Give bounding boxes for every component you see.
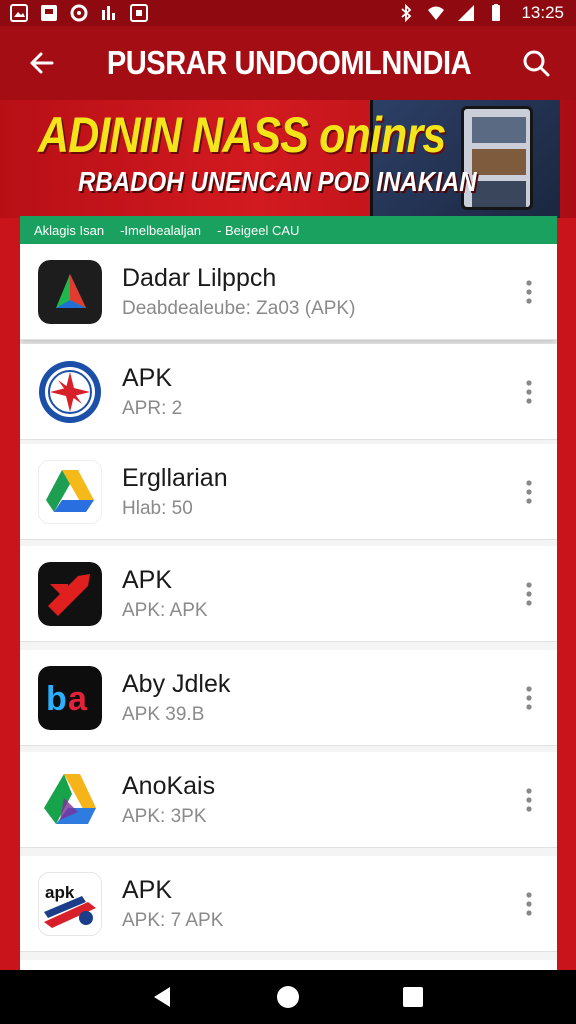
more-vert-icon	[526, 380, 532, 404]
list-item[interactable]: APK APR: 2	[20, 344, 557, 440]
app-name: APK	[122, 364, 173, 392]
svg-text:apk: apk	[45, 883, 75, 902]
svg-text:b: b	[46, 680, 67, 718]
recents-square-icon	[403, 987, 424, 1007]
chart-icon	[100, 4, 118, 22]
green-triangle-icon	[38, 768, 102, 832]
back-button[interactable]	[22, 43, 62, 83]
list-item[interactable]: apk APK APK: 7 APK	[20, 856, 557, 952]
app-meta: APK: APK	[122, 600, 208, 621]
page-title: PUSRAR UNDOOMLNNDIA	[106, 44, 472, 81]
nav-home-button[interactable]	[266, 975, 310, 1019]
category-tab[interactable]: Aklagis Isan	[34, 223, 104, 238]
app-meta: Deabdealeube: Za03 (APK)	[122, 298, 356, 319]
drive-triangle-icon	[38, 460, 102, 524]
list-item[interactable]: AnoKais APK: 3PK	[20, 752, 557, 848]
more-options-button[interactable]	[515, 274, 543, 310]
sync-icon	[70, 4, 88, 22]
message-icon	[40, 4, 58, 22]
more-options-button[interactable]	[515, 782, 543, 818]
bluetooth-icon	[397, 4, 415, 22]
category-tab[interactable]: - Beigeel CAU	[217, 223, 299, 238]
app-meta: APR: 2	[122, 398, 183, 419]
search-icon	[523, 50, 550, 77]
navigation-bar	[0, 970, 576, 1024]
more-options-button[interactable]	[515, 680, 543, 716]
status-bar-system: 13:25	[397, 3, 564, 23]
gallery-icon	[10, 4, 28, 22]
more-options-button[interactable]	[515, 474, 543, 510]
more-vert-icon	[526, 686, 532, 710]
app-name: APK	[122, 566, 173, 594]
status-bar: 13:25	[0, 0, 576, 26]
more-options-button[interactable]	[515, 576, 543, 612]
more-vert-icon	[526, 280, 532, 304]
nav-recents-button[interactable]	[391, 975, 435, 1019]
list-item[interactable]: Dadar Lilppch Deabdealeube: Za03 (APK)	[20, 244, 557, 340]
app-name: Ergllarian	[122, 464, 228, 492]
home-circle-icon	[276, 986, 299, 1008]
compass-star-icon	[38, 360, 102, 424]
battery-icon	[487, 4, 505, 22]
banner-headline: ADININ NASS oninrs	[38, 107, 446, 163]
category-strip: Aklagis Isan -Imelbealaljan - Beigeel CA…	[20, 216, 557, 244]
ba-logo-icon: ba	[38, 666, 102, 730]
more-vert-icon	[526, 480, 532, 504]
status-bar-notifications	[10, 4, 148, 22]
status-time: 13:25	[521, 3, 564, 22]
app-bar: PUSRAR UNDOOMLNNDIA	[0, 26, 576, 100]
app-meta: Hlab: 50	[122, 498, 193, 519]
app-name: Dadar Lilppch	[122, 264, 277, 292]
list-item[interactable]: APK APK: APK	[20, 546, 557, 642]
nav-back-button[interactable]	[141, 975, 185, 1019]
more-vert-icon	[526, 892, 532, 916]
more-options-button[interactable]	[515, 374, 543, 410]
apkd-logo-icon: apk	[38, 872, 102, 936]
list-item[interactable]: ba Aby Jdlek APK 39.B	[20, 650, 557, 746]
download-icon	[130, 4, 148, 22]
app-list: Aklagis Isan -Imelbealaljan - Beigeel CA…	[20, 216, 557, 976]
arrow-left-icon	[30, 52, 54, 74]
more-vert-icon	[526, 788, 532, 812]
more-vert-icon	[526, 582, 532, 606]
list-item[interactable]: Ergllarian Hlab: 50	[20, 444, 557, 540]
banner-subline: RBADOH UNENCAN POD INAKIAN	[78, 166, 477, 197]
wifi-icon	[427, 4, 445, 22]
category-tab[interactable]: -Imelbealaljan	[120, 223, 201, 238]
back-triangle-icon	[153, 987, 170, 1007]
triangle-play-icon	[38, 260, 102, 324]
app-name: AnoKais	[122, 772, 216, 800]
more-options-button[interactable]	[515, 886, 543, 922]
app-name: Aby Jdlek	[122, 670, 231, 698]
app-meta: APK: 3PK	[122, 806, 207, 827]
app-meta: APK: 7 APK	[122, 910, 224, 931]
promo-banner[interactable]: ADININ NASS oninrs RBADOH UNENCAN POD IN…	[0, 100, 576, 218]
red-arrow-icon	[38, 562, 102, 626]
search-button[interactable]	[516, 43, 556, 83]
svg-text:a: a	[68, 680, 88, 718]
signal-icon	[457, 4, 475, 22]
app-name: APK	[122, 876, 173, 904]
app-meta: APK 39.B	[122, 704, 205, 725]
